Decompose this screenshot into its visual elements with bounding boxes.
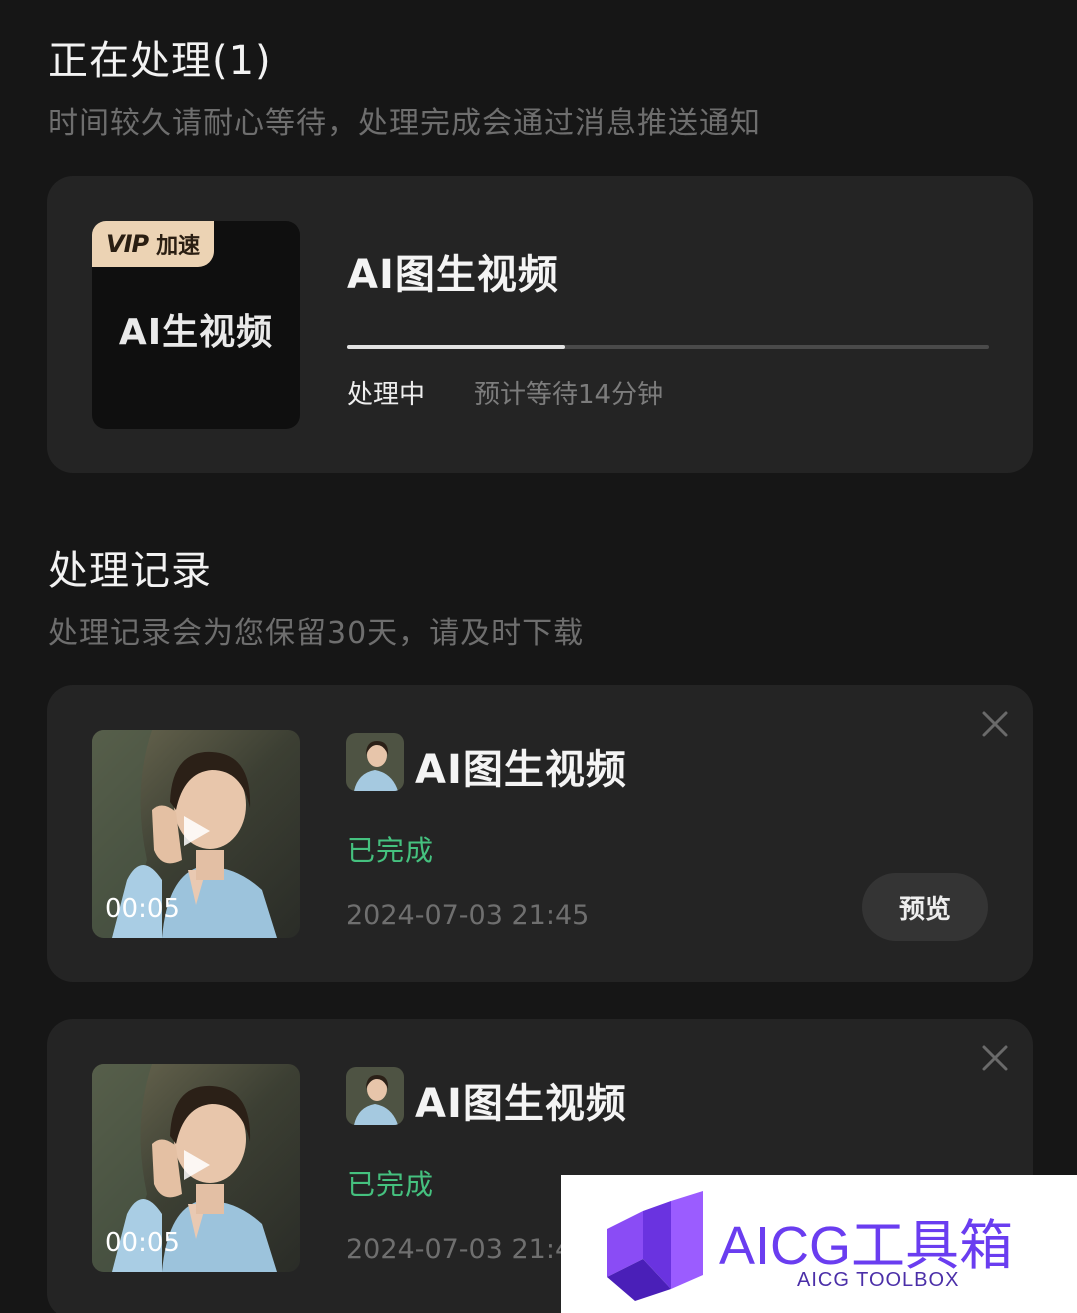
records-section-subtitle: 处理记录会为您保留30天，请及时下载: [48, 616, 585, 651]
avatar: [346, 1067, 404, 1125]
close-icon[interactable]: [980, 709, 1010, 739]
preview-button[interactable]: 预览: [862, 873, 988, 941]
processing-item-title: AI图生视频: [347, 252, 559, 298]
close-icon[interactable]: [980, 1043, 1010, 1073]
record-status: 已完成: [347, 1168, 435, 1201]
thumbnail-title: AI生视频: [118, 312, 274, 353]
processing-thumbnail: VIP 加速 AI生视频: [92, 221, 300, 429]
record-status: 已完成: [347, 834, 435, 867]
play-icon[interactable]: [184, 816, 210, 846]
vip-badge-vip: VIP: [106, 230, 149, 258]
video-duration: 00:05: [105, 894, 180, 924]
video-thumbnail[interactable]: 00:05: [92, 1064, 300, 1272]
watermark-subtitle: AICG TOOLBOX: [797, 1269, 960, 1291]
record-card[interactable]: 00:05 AI图生视频 已完成 2024-07-03 21:45 预览: [47, 685, 1033, 982]
video-duration: 00:05: [105, 1228, 180, 1258]
records-section-title: 处理记录: [48, 548, 212, 594]
record-datetime: 2024-07-03 21:4: [346, 1234, 573, 1265]
aicg-watermark: AICG工具箱 AICG TOOLBOX: [561, 1175, 1077, 1313]
play-icon[interactable]: [184, 1150, 210, 1180]
processing-eta: 预计等待14分钟: [474, 380, 664, 410]
record-title: AI图生视频: [415, 747, 627, 793]
vip-badge-text: 加速: [156, 234, 201, 259]
vip-badge: VIP 加速: [92, 221, 215, 267]
record-datetime: 2024-07-03 21:45: [346, 900, 590, 931]
processing-section-subtitle: 时间较久请耐心等待，处理完成会通过消息推送通知: [48, 106, 761, 141]
progress-bar-fill: [347, 345, 566, 349]
avatar: [346, 733, 404, 791]
video-thumbnail[interactable]: 00:05: [92, 730, 300, 938]
record-title: AI图生视频: [415, 1081, 627, 1127]
processing-section-title: 正在处理(1): [48, 38, 272, 84]
processing-card[interactable]: VIP 加速 AI生视频 AI图生视频 处理中 预计等待14分钟: [47, 176, 1033, 473]
progress-bar: [347, 345, 989, 349]
task-center-page: 正在处理(1) 时间较久请耐心等待，处理完成会通过消息推送通知 VIP 加速 A…: [0, 0, 1077, 1313]
aicg-logo-icon: [607, 1191, 703, 1301]
processing-status: 处理中: [347, 380, 426, 410]
